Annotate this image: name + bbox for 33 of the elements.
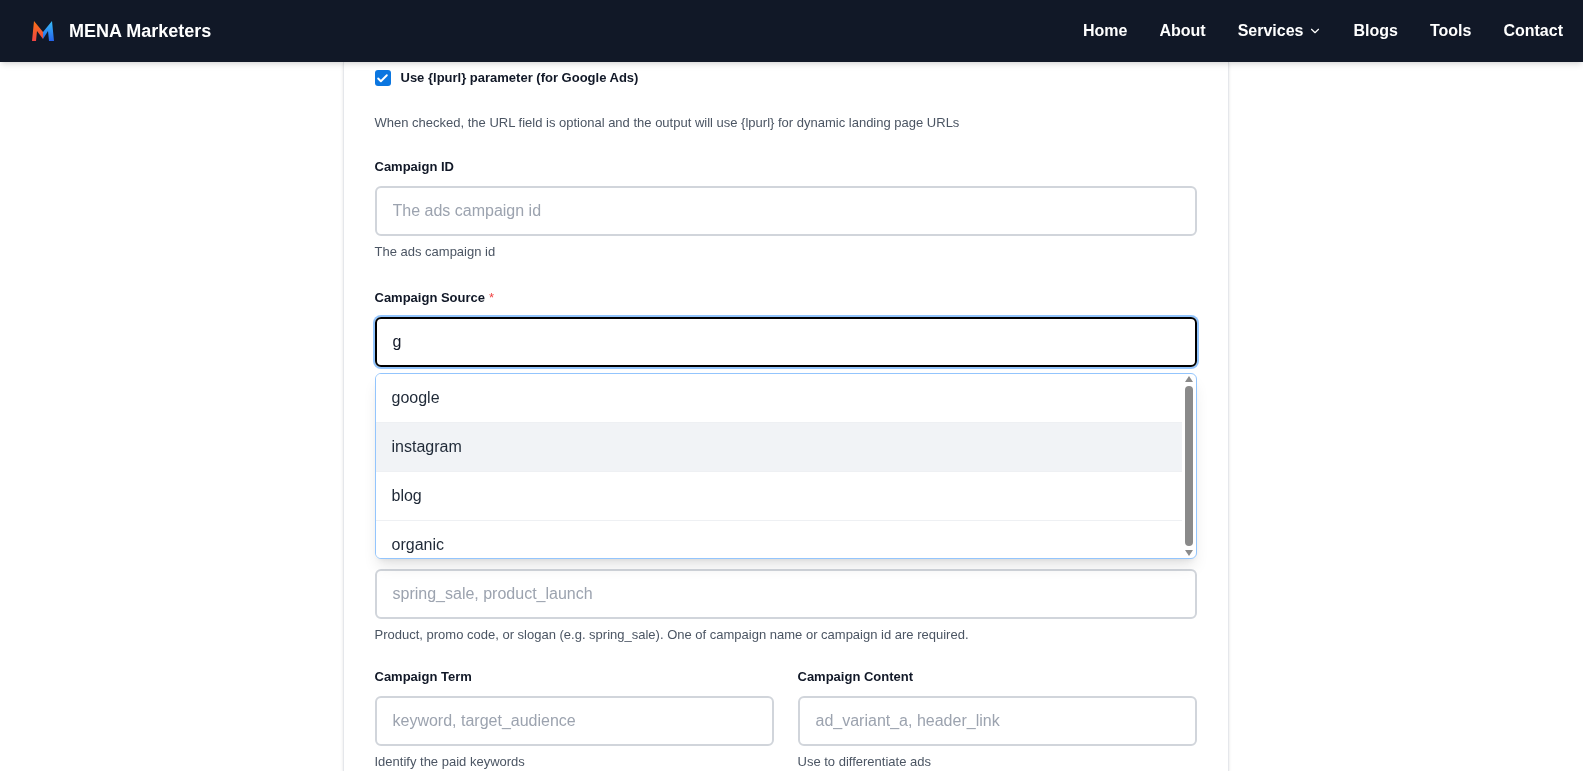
nav-link[interactable]: Home (1083, 19, 1128, 43)
required-asterisk: * (489, 288, 495, 307)
suggestion-item[interactable]: blog (375, 472, 1182, 521)
nav-link[interactable]: Contact (1503, 19, 1563, 43)
field-label: Campaign ID (374, 157, 454, 176)
nav-link[interactable]: Services (1237, 19, 1322, 43)
input-field[interactable]: g (374, 317, 1197, 367)
field-label: Campaign Content (797, 667, 914, 686)
checkbox[interactable] (374, 70, 391, 86)
nav-link[interactable]: Blogs (1353, 19, 1398, 43)
nav-link[interactable]: About (1159, 19, 1206, 43)
field-label: Campaign Source (374, 288, 486, 307)
hint-text: Identify the paid keywords (374, 753, 526, 771)
input-field[interactable]: ad_variant_a, header_link (797, 696, 1197, 746)
help-text: When checked, the URL field is optional and the output will use {lpurl} for dynamic landing page URLs (374, 114, 961, 132)
input-field[interactable]: The ads campaign id (374, 186, 1197, 236)
input-field[interactable]: spring_sale, product_launch (374, 569, 1197, 619)
input-field[interactable]: keyword, target_audience (374, 696, 774, 746)
logo-icon (31, 20, 55, 42)
field-label: Campaign Term (374, 667, 472, 686)
checkbox-label: Use {lpurl} parameter (for Google Ads) (400, 69, 639, 88)
suggestion-item[interactable]: organic (375, 521, 1182, 558)
check-icon (376, 71, 389, 85)
suggestion-item[interactable]: instagram (375, 423, 1182, 472)
hint-text: Product, promo code, or slogan (e.g. spring_sale). One of campaign name or campaign id are required. (374, 626, 970, 644)
suggestion-item[interactable]: google (375, 374, 1182, 423)
brand-name: MENA Marketers (69, 19, 212, 43)
scroll-down-icon (1184, 550, 1193, 556)
scroll-up-icon (1184, 376, 1193, 382)
scrollbar-thumb[interactable] (1184, 386, 1193, 546)
hint-text: Use to differentiate ads (797, 753, 932, 771)
hint-text: The ads campaign id (374, 243, 497, 261)
nav-link[interactable]: Tools (1429, 19, 1472, 43)
